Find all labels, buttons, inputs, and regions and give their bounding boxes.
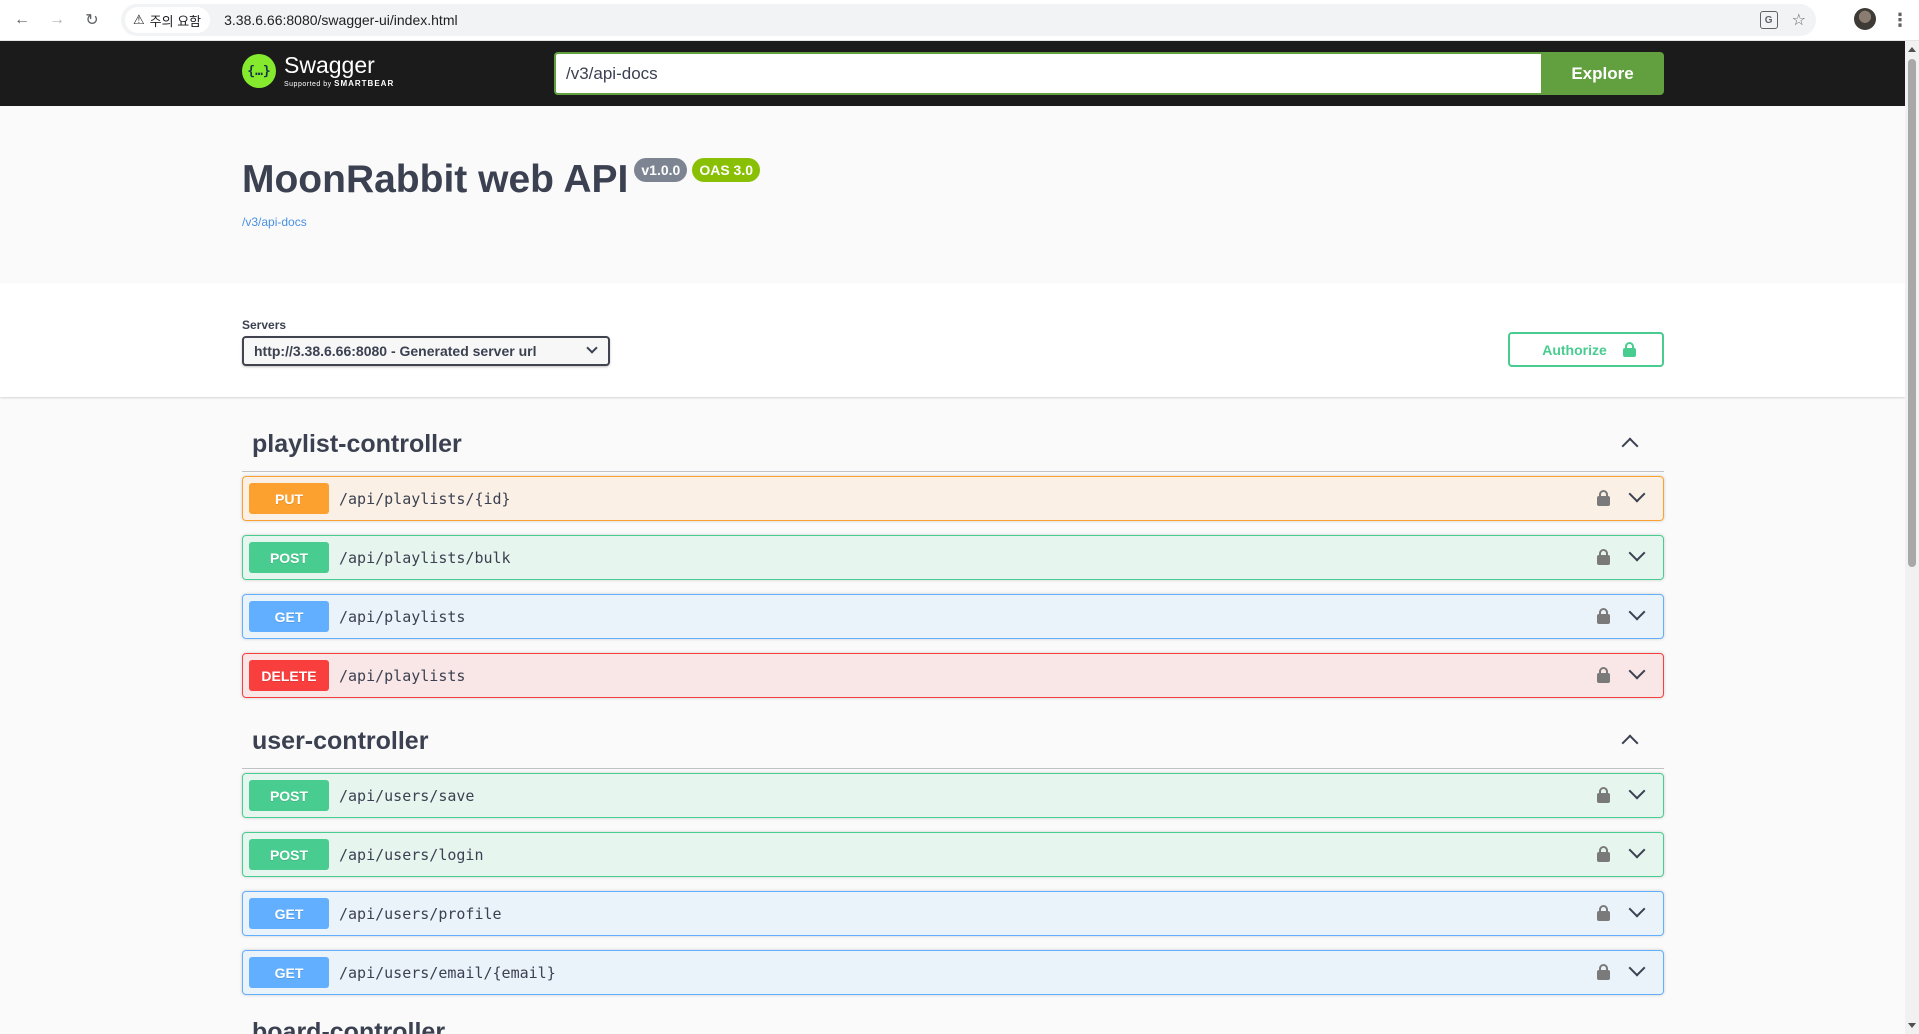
spec-link[interactable]: /v3/api-docs (242, 215, 307, 229)
warning-icon: ⚠ (133, 12, 145, 27)
scroll-up-arrow-icon[interactable] (1908, 47, 1916, 52)
translate-icon[interactable]: G (1759, 11, 1778, 29)
authorize-button[interactable]: Authorize (1508, 332, 1664, 367)
forward-arrow-icon[interactable]: → (41, 4, 73, 36)
tag-header-user[interactable]: user-controller (242, 715, 1664, 769)
method-badge: POST (249, 839, 329, 870)
chevron-up-icon[interactable] (1621, 734, 1639, 752)
chevron-down-icon[interactable] (1628, 485, 1646, 503)
browser-toolbar: ← → ↻ ⚠ 주의 요함 3.38.6.66:8080/swagger-ui/… (0, 0, 1919, 41)
scheme-container: Servers http://3.38.6.66:8080 - Generate… (0, 283, 1905, 397)
method-badge: DELETE (249, 660, 329, 691)
profile-avatar[interactable] (1854, 8, 1876, 30)
operation-path: /api/users/profile (339, 904, 502, 923)
operation-get-users-email[interactable]: GET /api/users/email/{email} (242, 950, 1664, 995)
chevron-down-icon[interactable] (1628, 841, 1646, 859)
tag-name-partial[interactable]: board-controller (252, 1018, 445, 1034)
chevron-down-icon (586, 342, 598, 354)
servers-select[interactable]: http://3.38.6.66:8080 - Generated server… (242, 336, 610, 366)
swagger-logo[interactable]: {…} Swagger Supported by SMARTBEAR (242, 54, 394, 88)
lock-icon[interactable] (1597, 490, 1610, 506)
logo-sub: Supported by SMARTBEAR (284, 79, 395, 89)
lock-icon[interactable] (1597, 608, 1610, 624)
operation-path: /api/users/email/{email} (339, 963, 556, 982)
version-badge: v1.0.0 (634, 158, 688, 182)
tag-header-playlist[interactable]: playlist-controller (242, 418, 1664, 472)
page-scrollbar[interactable] (1905, 41, 1919, 1034)
operation-delete-playlists[interactable]: DELETE /api/playlists (242, 653, 1664, 698)
chevron-down-icon[interactable] (1628, 544, 1646, 562)
tag-name: playlist-controller (252, 430, 462, 458)
page-title: MoonRabbit web API (242, 158, 629, 201)
operation-post-users-save[interactable]: POST /api/users/save (242, 773, 1664, 818)
api-info: MoonRabbit web API v1.0.0 OAS 3.0 /v3/ap… (0, 106, 1905, 283)
lock-icon (1622, 342, 1636, 357)
chevron-up-icon[interactable] (1621, 437, 1639, 455)
method-badge: PUT (249, 483, 329, 514)
operation-post-playlists-bulk[interactable]: POST /api/playlists/bulk (242, 535, 1664, 580)
operation-get-playlists[interactable]: GET /api/playlists (242, 594, 1664, 639)
security-chip[interactable]: ⚠ 주의 요함 (125, 7, 211, 33)
operation-post-users-login[interactable]: POST /api/users/login (242, 832, 1664, 877)
method-badge: GET (249, 957, 329, 988)
lock-icon[interactable] (1597, 667, 1610, 683)
method-badge: POST (249, 542, 329, 573)
lock-icon[interactable] (1597, 549, 1610, 565)
tag-section-playlist: playlist-controller PUT /api/playlists/{… (242, 418, 1664, 712)
logo-name: Swagger (284, 52, 375, 78)
servers-selected-value: http://3.38.6.66:8080 - Generated server… (254, 343, 537, 359)
reload-icon[interactable]: ↻ (76, 4, 108, 36)
lock-icon[interactable] (1597, 787, 1610, 803)
operation-path: /api/playlists (339, 666, 466, 685)
operation-path: /api/users/login (339, 845, 484, 864)
chevron-down-icon[interactable] (1628, 603, 1646, 621)
operation-put-playlists-id[interactable]: PUT /api/playlists/{id} (242, 476, 1664, 521)
explore-button[interactable]: Explore (1541, 52, 1664, 95)
address-bar[interactable]: ⚠ 주의 요함 3.38.6.66:8080/swagger-ui/index.… (121, 4, 1816, 36)
back-arrow-icon[interactable]: ← (6, 4, 38, 36)
lock-icon[interactable] (1597, 905, 1610, 921)
operation-path: /api/playlists/bulk (339, 548, 511, 567)
browser-menu-icon[interactable]: ⋮ (1890, 6, 1910, 34)
operation-path: /api/users/save (339, 786, 475, 805)
bookmark-star-icon[interactable]: ☆ (1792, 10, 1806, 30)
chevron-down-icon[interactable] (1628, 662, 1646, 680)
method-badge: POST (249, 780, 329, 811)
operation-path: /api/playlists (339, 607, 466, 626)
chevron-down-icon[interactable] (1628, 782, 1646, 800)
operation-path: /api/playlists/{id} (339, 489, 511, 508)
tag-name: user-controller (252, 727, 429, 755)
chevron-down-icon[interactable] (1628, 959, 1646, 977)
swagger-logo-icon: {…} (242, 54, 276, 88)
lock-icon[interactable] (1597, 964, 1610, 980)
scrollbar-thumb[interactable] (1908, 59, 1916, 567)
servers-label: Servers (242, 318, 287, 332)
tag-section-user: user-controller POST /api/users/save POS… (242, 715, 1664, 1009)
scroll-down-arrow-icon[interactable] (1908, 1023, 1916, 1028)
spec-url-input[interactable] (554, 52, 1542, 95)
authorize-label: Authorize (1542, 341, 1607, 358)
lock-icon[interactable] (1597, 846, 1610, 862)
method-badge: GET (249, 601, 329, 632)
oas-badge: OAS 3.0 (692, 158, 761, 182)
chevron-down-icon[interactable] (1628, 900, 1646, 918)
security-chip-label: 주의 요함 (149, 13, 202, 29)
operation-get-users-profile[interactable]: GET /api/users/profile (242, 891, 1664, 936)
method-badge: GET (249, 898, 329, 929)
url-text[interactable]: 3.38.6.66:8080/swagger-ui/index.html (224, 12, 457, 28)
